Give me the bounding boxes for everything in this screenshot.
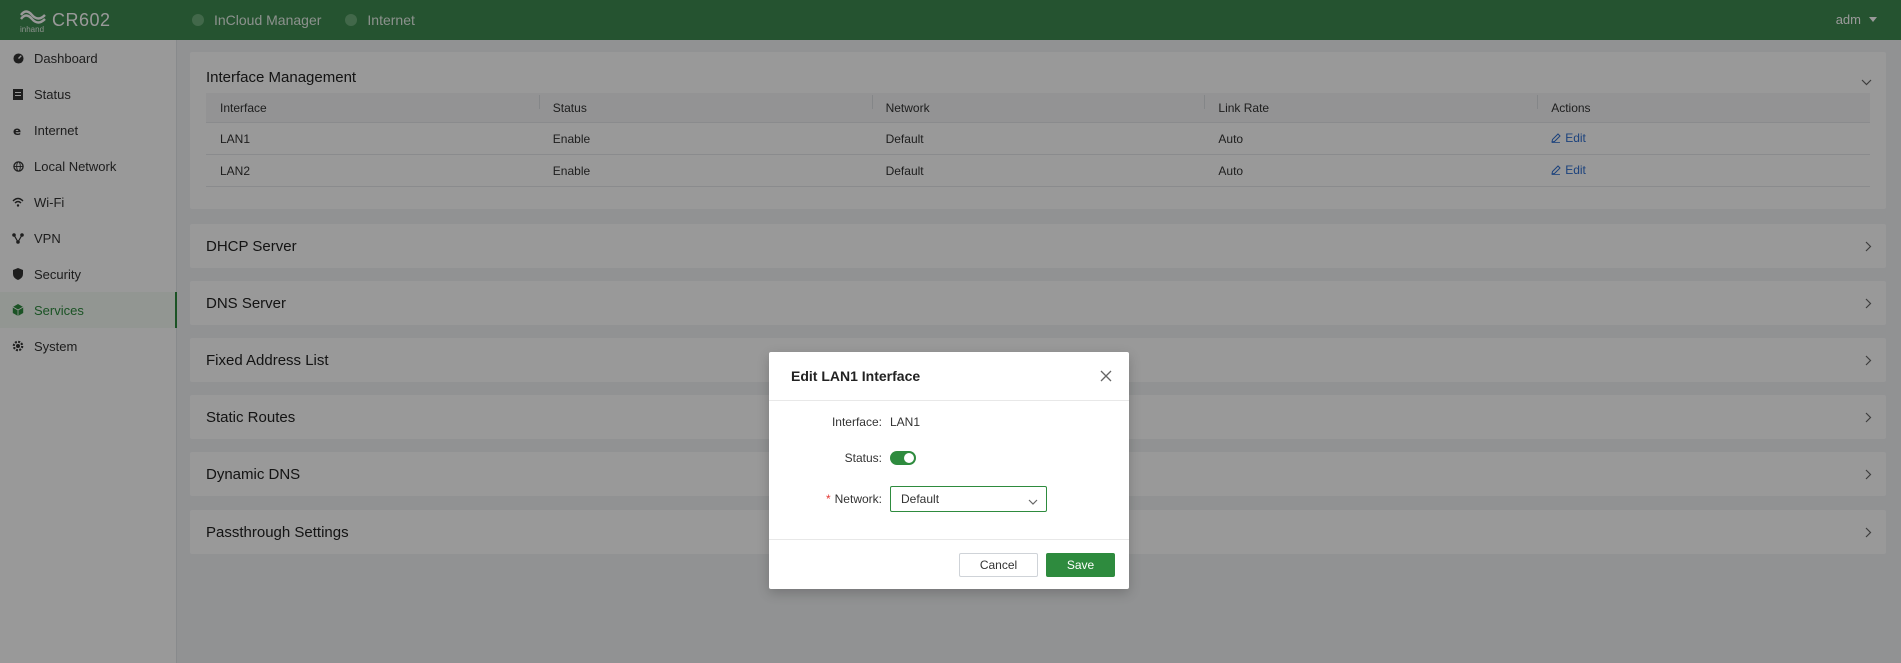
chevron-down-icon <box>1028 495 1038 509</box>
required-marker: * <box>825 492 831 506</box>
network-label-text: Network <box>834 492 879 506</box>
network-row: * Network: Default <box>769 486 1129 512</box>
status-label: Status: <box>844 451 882 465</box>
interface-label: Interface: <box>831 415 882 429</box>
dialog-header: Edit LAN1 Interface <box>769 352 1129 401</box>
status-row: Status: <box>769 451 1129 465</box>
interface-value: LAN1 <box>890 415 921 429</box>
status-toggle[interactable] <box>890 451 916 465</box>
edit-interface-dialog: Edit LAN1 Interface Interface: LAN1 Stat… <box>769 352 1129 589</box>
interface-label-text: Interface <box>831 415 879 429</box>
network-selected-value: Default <box>901 492 940 506</box>
status-label-text: Status <box>844 451 879 465</box>
close-icon[interactable] <box>1099 369 1113 383</box>
dialog-title: Edit LAN1 Interface <box>791 368 921 384</box>
dialog-footer: Cancel Save <box>769 539 1129 589</box>
network-select[interactable]: Default <box>890 486 1047 512</box>
interface-row: Interface: LAN1 <box>769 415 1129 429</box>
cancel-button[interactable]: Cancel <box>959 553 1038 577</box>
save-button[interactable]: Save <box>1046 553 1115 577</box>
network-label: * Network: <box>825 492 882 506</box>
